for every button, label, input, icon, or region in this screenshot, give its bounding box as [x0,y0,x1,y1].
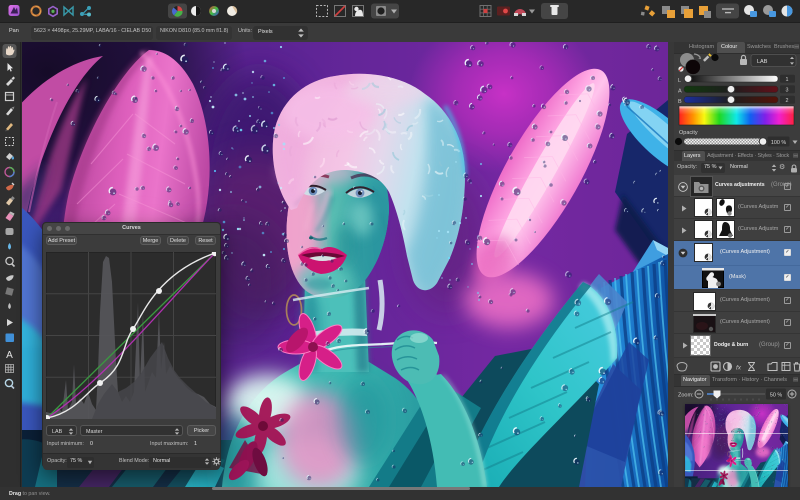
svg-text:3: 3 [786,88,789,94]
svg-text:50 %: 50 % [770,393,782,399]
svg-text:2: 2 [786,98,789,104]
svg-text:A: A [6,350,13,361]
svg-text:Zoom:: Zoom: [678,393,694,399]
svg-text:B: B [678,99,682,105]
svg-text:L: L [678,78,681,84]
svg-text:fx: fx [736,365,742,372]
svg-text:A: A [678,89,682,95]
svg-text:1: 1 [786,77,789,83]
svg-text:100 %: 100 % [771,140,786,146]
svg-text:LAB: LAB [757,59,768,65]
